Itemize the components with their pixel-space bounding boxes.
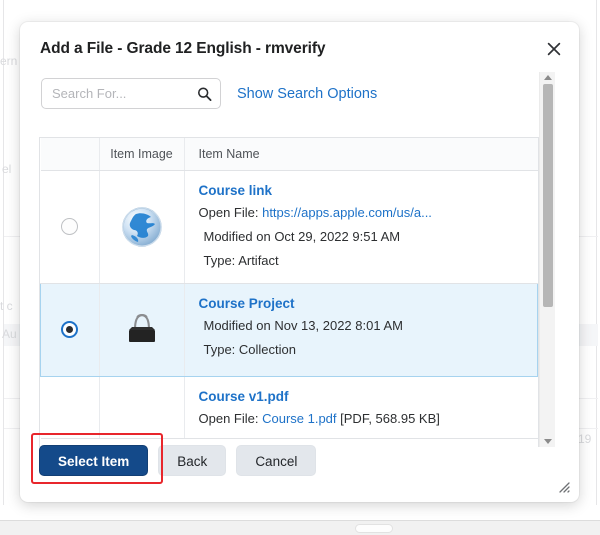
row-image-cell <box>99 284 184 377</box>
items-table-container: Item Image Item Name <box>39 137 539 447</box>
column-header-item-name: Item Name <box>184 138 538 171</box>
search-row: Show Search Options <box>41 78 377 109</box>
item-detail-suffix: [PDF, 568.95 KB] <box>337 411 440 426</box>
background-text: Au <box>2 327 17 341</box>
item-detail-line: Open File: https://apps.apple.com/us/a..… <box>199 205 528 220</box>
select-item-button[interactable]: Select Item <box>39 445 148 476</box>
list-scrollbar[interactable] <box>539 72 555 447</box>
scrollbar-thumb[interactable] <box>543 84 553 307</box>
item-title-link[interactable]: Course link <box>199 183 528 198</box>
radio-button[interactable] <box>61 218 78 235</box>
row-image-cell <box>99 377 184 439</box>
background-text: t c <box>0 299 13 313</box>
back-button[interactable]: Back <box>158 445 226 476</box>
column-header-item-image: Item Image <box>99 138 184 171</box>
item-detail-link[interactable]: Course 1.pdf <box>262 411 336 426</box>
row-select-cell[interactable] <box>41 377 100 439</box>
item-detail-line: Type: Artifact <box>199 253 528 268</box>
item-title-link[interactable]: Course Project <box>199 296 528 311</box>
column-header-select <box>41 138 100 171</box>
background-text: ern <box>0 54 17 68</box>
globe-icon <box>120 205 164 249</box>
search-icon[interactable] <box>197 86 212 101</box>
close-icon[interactable] <box>541 36 567 62</box>
scroll-up-arrow-icon[interactable] <box>544 75 552 80</box>
binder-clip-icon <box>122 308 162 352</box>
add-a-file-dialog: Add a File - Grade 12 English - rmverify… <box>20 22 579 502</box>
page-root: ern el t c Au 19 Add a File - Grade 12 E… <box>0 0 600 535</box>
show-search-options-link[interactable]: Show Search Options <box>237 86 377 102</box>
scroll-down-arrow-icon[interactable] <box>544 439 552 444</box>
resize-grip-icon[interactable] <box>556 479 570 493</box>
dialog-footer: Select Item Back Cancel <box>39 445 316 476</box>
row-name-cell: Course v1.pdf Open File: Course 1.pdf [P… <box>184 377 538 439</box>
item-detail-line: Type: Collection <box>199 342 528 357</box>
table-row[interactable]: Course link Open File: https://apps.appl… <box>41 171 538 284</box>
background-text: el <box>2 162 11 176</box>
radio-button-selected[interactable] <box>61 321 78 338</box>
item-detail-prefix: Open File: <box>199 205 263 220</box>
item-detail-link[interactable]: https://apps.apple.com/us/a... <box>262 205 432 220</box>
row-name-cell: Course link Open File: https://apps.appl… <box>184 171 538 284</box>
table-row[interactable]: Course Project Modified on Nov 13, 2022 … <box>41 284 538 377</box>
table-header-row: Item Image Item Name <box>41 138 538 171</box>
table-row[interactable]: Course v1.pdf Open File: Course 1.pdf [P… <box>41 377 538 439</box>
horizontal-scrollbar-thumb[interactable] <box>355 524 393 533</box>
horizontal-scrollbar[interactable] <box>0 520 600 535</box>
item-detail-line: Open File: Course 1.pdf [PDF, 568.95 KB] <box>199 411 528 426</box>
item-detail-line: Modified on Nov 13, 2022 8:01 AM <box>199 318 528 333</box>
items-table: Item Image Item Name <box>40 138 538 439</box>
search-input[interactable] <box>42 79 220 108</box>
row-select-cell[interactable] <box>41 171 100 284</box>
item-detail-line: Modified on Oct 29, 2022 9:51 AM <box>199 229 528 244</box>
search-box[interactable] <box>41 78 221 109</box>
item-detail-prefix: Open File: <box>199 411 263 426</box>
row-select-cell[interactable] <box>41 284 100 377</box>
row-name-cell: Course Project Modified on Nov 13, 2022 … <box>184 284 538 377</box>
cancel-button[interactable]: Cancel <box>236 445 316 476</box>
row-image-cell <box>99 171 184 284</box>
item-title-link[interactable]: Course v1.pdf <box>199 389 528 404</box>
dialog-title: Add a File - Grade 12 English - rmverify <box>40 40 325 58</box>
background-text: 19 <box>578 432 591 446</box>
